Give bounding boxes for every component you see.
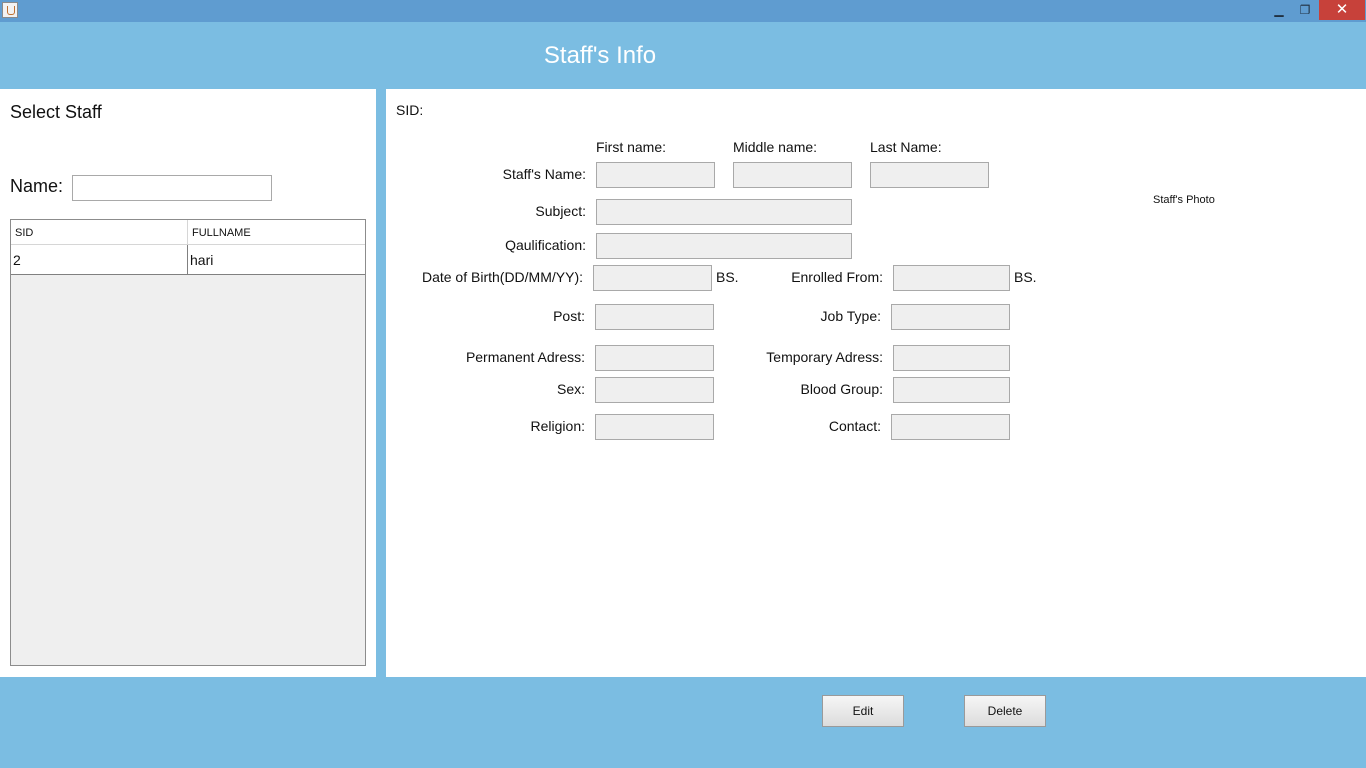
blood-group-field[interactable]	[893, 377, 1010, 403]
temporary-address-field[interactable]	[893, 345, 1010, 371]
delete-button[interactable]: Delete	[964, 695, 1046, 727]
window-title-bar	[0, 0, 1366, 22]
enrolled-from-unit: BS.	[1014, 269, 1037, 285]
java-app-icon	[2, 2, 18, 18]
staff-photo-label: Staff's Photo	[1153, 194, 1215, 206]
religion-field[interactable]	[595, 414, 714, 440]
name-search-label: Name:	[10, 176, 64, 196]
column-header-fullname[interactable]: FULLNAME	[188, 220, 365, 245]
table-cell-sid[interactable]: 2	[11, 245, 188, 274]
minimize-button[interactable]: ▁	[1266, 0, 1292, 20]
close-button[interactable]: ✕	[1319, 0, 1365, 20]
temporary-address-label: Temporary Adress:	[766, 349, 883, 365]
last-name-header: Last Name:	[870, 139, 942, 155]
religion-label: Religion:	[530, 418, 585, 434]
page-title: Staff's Info	[543, 42, 657, 69]
first-name-header: First name:	[596, 139, 667, 155]
qualification-field[interactable]	[596, 233, 852, 259]
edit-button[interactable]: Edit	[822, 695, 904, 727]
first-name-field[interactable]	[596, 162, 715, 188]
blood-group-label: Blood Group:	[800, 381, 884, 397]
table-cell-fullname[interactable]: hari	[188, 245, 364, 274]
staff-name-label: Staff's Name:	[502, 166, 586, 182]
middle-name-field[interactable]	[733, 162, 852, 188]
enrolled-from-label: Enrolled From:	[791, 269, 883, 285]
post-field[interactable]	[595, 304, 714, 330]
job-type-label: Job Type:	[820, 308, 881, 324]
contact-label: Contact:	[828, 418, 881, 434]
last-name-field[interactable]	[870, 162, 989, 188]
contact-field[interactable]	[891, 414, 1010, 440]
name-search-input[interactable]	[72, 175, 272, 201]
date-of-birth-label: Date of Birth(DD/MM/YY):	[421, 269, 583, 285]
column-header-sid[interactable]: SID	[11, 220, 188, 245]
permanent-address-field[interactable]	[595, 345, 714, 371]
subject-field[interactable]	[596, 199, 852, 225]
job-type-field[interactable]	[891, 304, 1010, 330]
middle-name-header: Middle name:	[733, 139, 818, 155]
post-label: Post:	[553, 308, 585, 324]
sex-label: Sex:	[556, 381, 585, 397]
staff-table[interactable]: SID FULLNAME 2 hari	[10, 219, 366, 666]
subject-label: Subject:	[535, 203, 586, 219]
date-of-birth-field[interactable]	[593, 265, 712, 291]
select-staff-heading: Select Staff	[10, 102, 102, 122]
table-row[interactable]: 2 hari	[11, 245, 365, 275]
date-of-birth-unit: BS.	[716, 269, 739, 285]
maximize-button[interactable]: ❐	[1292, 0, 1318, 20]
qualification-label: Qaulification:	[505, 237, 586, 253]
sid-label: SID:	[396, 102, 424, 118]
sex-field[interactable]	[595, 377, 714, 403]
enrolled-from-field[interactable]	[893, 265, 1010, 291]
permanent-address-label: Permanent Adress:	[465, 349, 585, 365]
